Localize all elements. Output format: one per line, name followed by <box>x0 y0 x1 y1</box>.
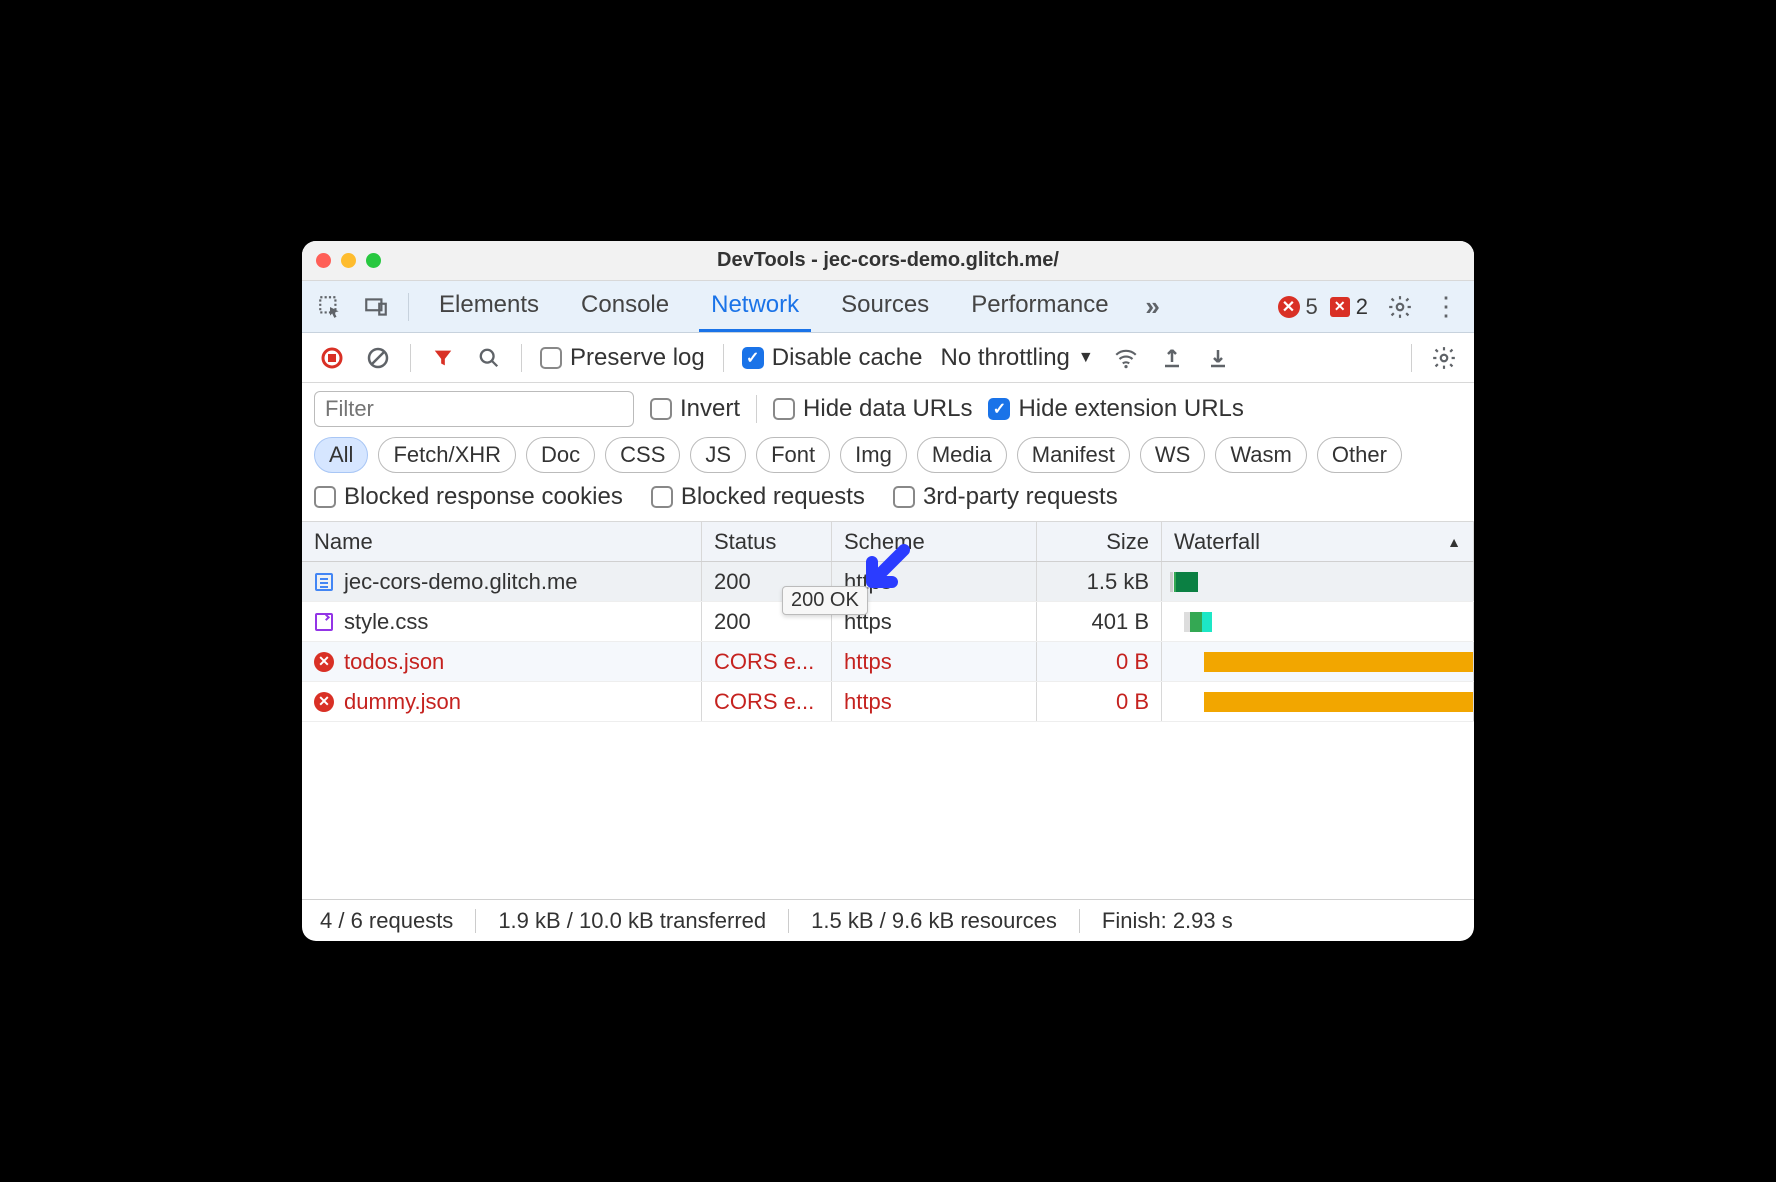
checkbox-icon <box>773 398 795 420</box>
stylesheet-icon <box>314 612 334 632</box>
filter-pill-manifest[interactable]: Manifest <box>1017 437 1130 473</box>
col-waterfall[interactable]: Waterfall▲ <box>1162 522 1474 561</box>
checkbox-icon <box>540 347 562 369</box>
waterfall-cell <box>1162 602 1474 641</box>
errors-badge[interactable]: ✕5 <box>1278 294 1318 320</box>
document-icon <box>314 572 334 592</box>
error-warning-badges[interactable]: ✕5 ✕2 <box>1278 294 1369 320</box>
sort-indicator-icon: ▲ <box>1447 534 1461 550</box>
filter-pill-fetchxhr[interactable]: Fetch/XHR <box>378 437 516 473</box>
checkbox-icon <box>650 398 672 420</box>
devtools-window: DevTools - jec-cors-demo.glitch.me/ Elem… <box>302 241 1474 941</box>
window-controls <box>316 253 381 268</box>
close-window-button[interactable] <box>316 253 331 268</box>
filter-pill-img[interactable]: Img <box>840 437 907 473</box>
hide-data-urls-checkbox[interactable]: Hide data URLs <box>773 395 972 423</box>
preserve-log-checkbox[interactable]: Preserve log <box>540 344 705 372</box>
waterfall-cell <box>1162 682 1474 721</box>
inspect-icon[interactable] <box>316 293 344 321</box>
status-bar: 4 / 6 requests 1.9 kB / 10.0 kB transfer… <box>302 899 1474 941</box>
clear-button[interactable] <box>364 344 392 372</box>
filter-pill-font[interactable]: Font <box>756 437 830 473</box>
filter-icon[interactable] <box>429 344 457 372</box>
filter-pill-other[interactable]: Other <box>1317 437 1402 473</box>
import-har-icon[interactable] <box>1204 344 1232 372</box>
filter-pill-wasm[interactable]: Wasm <box>1215 437 1307 473</box>
settings-icon[interactable] <box>1386 293 1414 321</box>
col-name[interactable]: Name <box>302 522 702 561</box>
error-icon: ✕ <box>314 692 334 712</box>
tab-performance[interactable]: Performance <box>959 281 1120 332</box>
panel-tabbar: Elements Console Network Sources Perform… <box>302 281 1474 333</box>
disable-cache-checkbox[interactable]: Disable cache <box>742 344 923 372</box>
checkbox-icon <box>893 486 915 508</box>
throttling-select[interactable]: No throttling ▼ <box>940 344 1093 372</box>
issue-icon: ✕ <box>1330 297 1350 317</box>
waterfall-cell <box>1162 642 1474 681</box>
col-size[interactable]: Size <box>1037 522 1162 561</box>
tab-sources[interactable]: Sources <box>829 281 941 332</box>
filter-pill-all[interactable]: All <box>314 437 368 473</box>
checkbox-icon <box>314 486 336 508</box>
tab-network[interactable]: Network <box>699 281 811 332</box>
issues-badge[interactable]: ✕2 <box>1330 294 1368 320</box>
annotation-arrow-icon <box>854 540 914 600</box>
filter-pill-ws[interactable]: WS <box>1140 437 1205 473</box>
checkbox-icon <box>988 398 1010 420</box>
table-row[interactable]: ✕dummy.json CORS e... https 0 B <box>302 682 1474 722</box>
more-tabs-icon[interactable]: » <box>1139 293 1167 321</box>
status-requests: 4 / 6 requests <box>320 908 453 934</box>
checkbox-icon <box>742 347 764 369</box>
col-status[interactable]: Status <box>702 522 832 561</box>
network-conditions-icon[interactable] <box>1112 344 1140 372</box>
error-icon: ✕ <box>314 652 334 672</box>
titlebar: DevTools - jec-cors-demo.glitch.me/ <box>302 241 1474 281</box>
panel-settings-icon[interactable] <box>1430 344 1458 372</box>
status-resources: 1.5 kB / 9.6 kB resources <box>811 908 1057 934</box>
kebab-menu-icon[interactable]: ⋮ <box>1432 293 1460 321</box>
table-row[interactable]: style.css 200 https 401 B <box>302 602 1474 642</box>
status-transferred: 1.9 kB / 10.0 kB transferred <box>498 908 766 934</box>
third-party-checkbox[interactable]: 3rd-party requests <box>893 483 1118 511</box>
filter-bar: Invert Hide data URLs Hide extension URL… <box>302 383 1474 522</box>
status-finish: Finish: 2.93 s <box>1102 908 1233 934</box>
blocked-requests-checkbox[interactable]: Blocked requests <box>651 483 865 511</box>
invert-checkbox[interactable]: Invert <box>650 395 740 423</box>
export-har-icon[interactable] <box>1158 344 1186 372</box>
filter-pill-media[interactable]: Media <box>917 437 1007 473</box>
filter-pill-js[interactable]: JS <box>690 437 746 473</box>
requests-table: Name Status Scheme Size Waterfall▲ jec-c… <box>302 522 1474 899</box>
chevron-down-icon: ▼ <box>1078 349 1094 367</box>
filter-pill-doc[interactable]: Doc <box>526 437 595 473</box>
filter-pill-css[interactable]: CSS <box>605 437 680 473</box>
checkbox-icon <box>651 486 673 508</box>
waterfall-cell <box>1162 562 1474 601</box>
error-icon: ✕ <box>1278 296 1300 318</box>
minimize-window-button[interactable] <box>341 253 356 268</box>
table-row[interactable]: ✕todos.json CORS e... https 0 B <box>302 642 1474 682</box>
blocked-cookies-checkbox[interactable]: Blocked response cookies <box>314 483 623 511</box>
tab-elements[interactable]: Elements <box>427 281 551 332</box>
maximize-window-button[interactable] <box>366 253 381 268</box>
resource-type-filters: All Fetch/XHR Doc CSS JS Font Img Media … <box>314 437 1462 473</box>
window-title: DevTools - jec-cors-demo.glitch.me/ <box>302 249 1474 272</box>
tab-console[interactable]: Console <box>569 281 681 332</box>
search-icon[interactable] <box>475 344 503 372</box>
network-toolbar: Preserve log Disable cache No throttling… <box>302 333 1474 383</box>
hide-extension-urls-checkbox[interactable]: Hide extension URLs <box>988 395 1243 423</box>
record-button[interactable] <box>318 344 346 372</box>
filter-input[interactable] <box>314 391 634 427</box>
device-toolbar-icon[interactable] <box>362 293 390 321</box>
